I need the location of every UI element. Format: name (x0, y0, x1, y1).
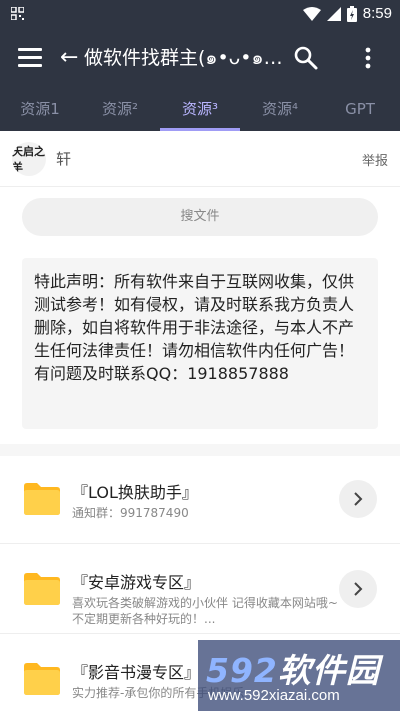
watermark: 592软件园 www.592xiazai.com (198, 640, 400, 711)
tab-bar: 资源1 资源² 资源³ 资源⁴ GPT (0, 89, 400, 131)
item-desc: 喜欢玩各类破解游戏的小伙伴 记得收藏本网站哦~不定期更新各种好玩的！... (72, 596, 338, 626)
folder-icon (24, 483, 60, 515)
qr-icon (11, 7, 24, 20)
chevron-right-icon (354, 582, 363, 596)
item-name: 『安卓游戏专区』 (72, 573, 201, 592)
tab-resource-2[interactable]: 资源² (80, 89, 160, 131)
search-icon[interactable] (293, 45, 319, 71)
chevron-right-icon (354, 492, 363, 506)
status-bar: 8:59 (0, 0, 400, 27)
page-title: 做软件找群主(๑•ᴗ•๑)... (84, 47, 284, 69)
signal-icon (326, 6, 341, 21)
more-vert-icon[interactable] (361, 45, 375, 71)
divider (0, 444, 400, 456)
tab-gpt[interactable]: GPT (320, 89, 400, 131)
watermark-logo-text: 软件园 (277, 651, 380, 690)
watermark-logo-num: 592 (206, 651, 278, 690)
menu-icon (18, 48, 42, 51)
author-name: 轩 (56, 150, 72, 168)
tab-resource-4[interactable]: 资源⁴ (240, 89, 320, 131)
watermark-url: www.592xiazai.com (208, 687, 340, 704)
folder-icon (24, 663, 60, 695)
item-desc: 通知群：991787490 (72, 506, 189, 520)
folder-icon (24, 573, 60, 605)
menu-button[interactable] (18, 48, 42, 68)
tab-resource-3[interactable]: 资源³ (160, 89, 240, 131)
item-name: 『影音书漫专区』 (72, 663, 201, 682)
menu-icon-bar (18, 64, 42, 67)
report-button[interactable]: 举报 (362, 150, 388, 169)
list-item[interactable]: 『安卓游戏专区』 喜欢玩各类破解游戏的小伙伴 记得收藏本网站哦~不定期更新各种好… (0, 546, 400, 634)
watermark-logo: 592软件园 (206, 644, 380, 692)
menu-icon-bar (18, 56, 42, 59)
back-arrow-icon[interactable]: ← (60, 41, 78, 75)
avatar[interactable]: 天启之羊 (12, 142, 46, 176)
notice-text: 特此声明：所有软件来自于互联网收集，仅供测试参考！如有侵权，请及时联系我方负责人… (22, 258, 378, 429)
list-item[interactable]: 『LOL换肤助手』 通知群：991787490 (0, 456, 400, 544)
open-button[interactable] (339, 480, 377, 518)
item-name: 『LOL换肤助手』 (72, 483, 198, 502)
tab-resource-1[interactable]: 资源1 (0, 89, 80, 131)
wifi-icon (302, 6, 321, 21)
author-row: 天启之羊 轩 举报 (0, 131, 400, 187)
clock: 8:59 (362, 5, 392, 22)
search-input[interactable]: 搜文件 (22, 198, 378, 236)
open-button[interactable] (339, 570, 377, 608)
battery-charging-icon (346, 5, 357, 22)
app-bar: ← 做软件找群主(๑•ᴗ•๑)... (0, 27, 400, 89)
